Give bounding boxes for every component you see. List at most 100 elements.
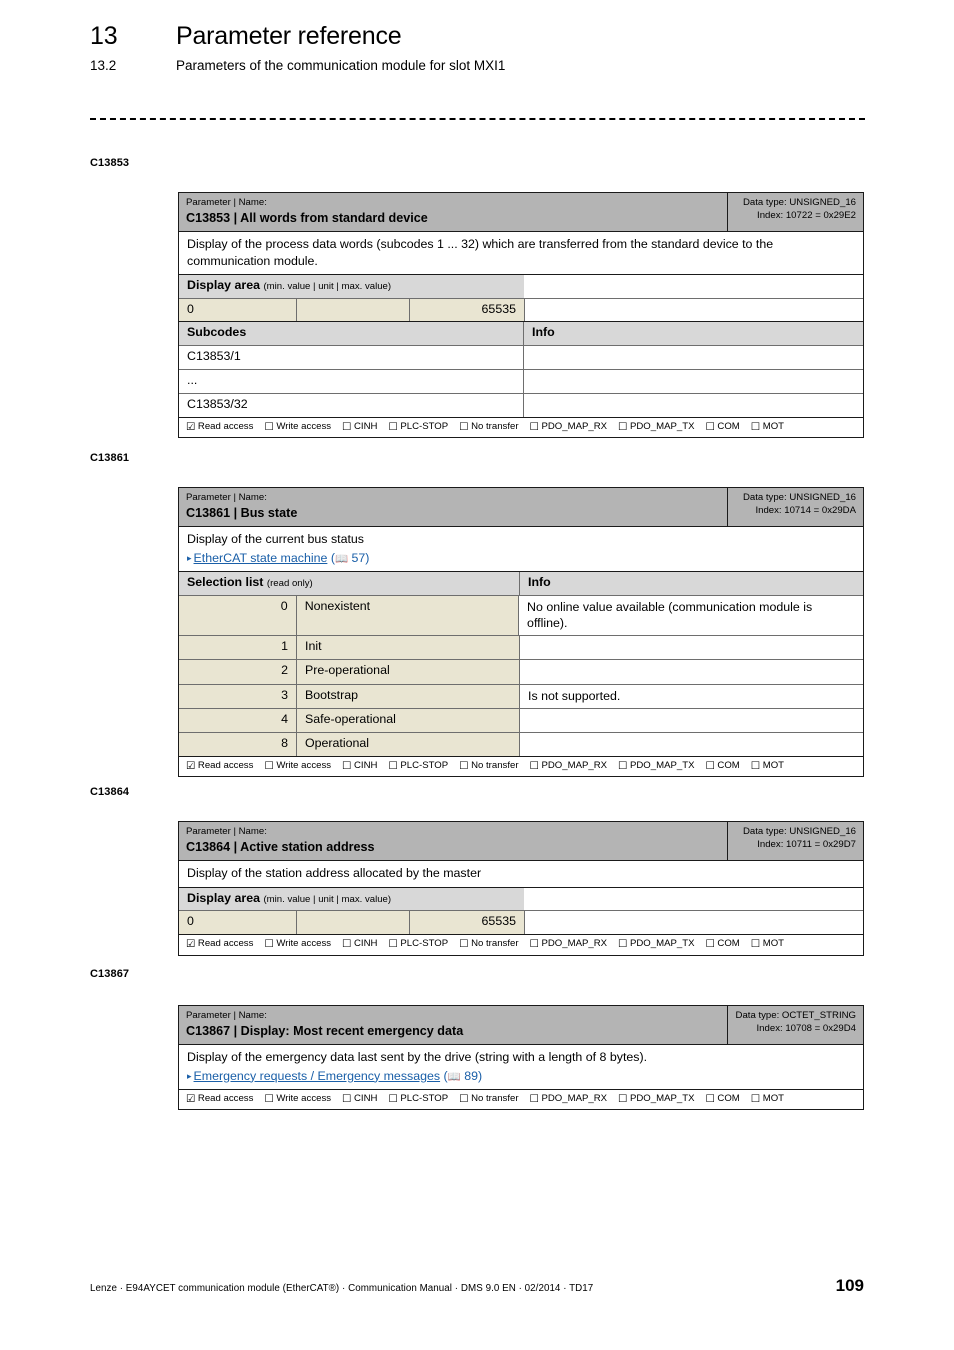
access-flag-pdo-map-tx[interactable]: ☐ PDO_MAP_TX [618, 760, 694, 772]
selection-label: Pre-operational [296, 660, 519, 684]
parameter-meta: Data type: UNSIGNED_16 Index: 10711 = 0x2… [727, 822, 863, 861]
display-area-title: Display area (min. value | unit | max. v… [179, 887, 524, 911]
selection-list-row: 4 Safe-operational [179, 707, 863, 732]
parameter-index: Index: 10722 = 0x29E2 [757, 209, 856, 221]
access-flag-write-access[interactable]: ☐ Write access [264, 1093, 331, 1105]
access-flag-plc-stop[interactable]: ☐ PLC-STOP [388, 760, 448, 772]
access-flag-label: MOT [762, 420, 785, 432]
parameter-meta: Data type: UNSIGNED_16 Index: 10714 = 0x2… [727, 488, 863, 527]
access-flag-pdo-map-tx[interactable]: ☐ PDO_MAP_TX [618, 421, 694, 433]
access-flag-label: PLC-STOP [400, 420, 449, 432]
cross-reference-link[interactable]: ▸ Emergency requests / Emergency messages… [187, 1068, 855, 1085]
access-flag-label: Write access [276, 938, 332, 950]
display-area-value-blank [524, 911, 863, 935]
checkbox-unchecked-icon: ☐ [388, 759, 398, 772]
checkbox-unchecked-icon: ☐ [529, 759, 539, 772]
access-flag-label: CINH [353, 420, 378, 432]
access-flag-read-access[interactable]: ☑ Read access [186, 421, 253, 433]
parameter-title: C13861 | Bus state [186, 506, 298, 521]
access-flag-pdo-map-rx[interactable]: ☐ PDO_MAP_RX [530, 421, 608, 433]
access-flag-label: Read access [197, 1093, 254, 1105]
selection-info: Is not supported. [519, 684, 863, 708]
parameter-title: C13853 | All words from standard device [186, 211, 428, 226]
access-flag-plc-stop[interactable]: ☐ PLC-STOP [388, 938, 448, 950]
parameter-table-c13864: Parameter | Name: C13864 | Active station… [178, 821, 864, 956]
subcode-value: C13853/1 [179, 346, 523, 370]
access-flag-mot[interactable]: ☐ MOT [751, 1093, 784, 1105]
display-area-max-value: 65535 [409, 298, 524, 322]
access-flag-plc-stop[interactable]: ☐ PLC-STOP [388, 1093, 448, 1105]
access-flag-write-access[interactable]: ☐ Write access [264, 760, 331, 772]
access-flag-no-transfer[interactable]: ☐ No transfer [459, 421, 518, 433]
parameter-header-row: Parameter | Name: C13861 | Bus state Data … [179, 488, 863, 527]
access-flag-cinh[interactable]: ☐ CINH [342, 421, 377, 433]
cross-reference-page: (📖 57) [327, 550, 370, 565]
parameter-name-caption: Parameter | Name: [186, 492, 267, 503]
parameter-table-c13867: Parameter | Name: C13867 | Display: Most … [178, 1005, 864, 1111]
access-flag-mot[interactable]: ☐ MOT [751, 938, 784, 950]
access-flag-pdo-map-tx[interactable]: ☐ PDO_MAP_TX [618, 1093, 694, 1105]
parameter-index: Index: 10711 = 0x29D7 [757, 838, 856, 850]
access-flag-cinh[interactable]: ☐ CINH [342, 1093, 377, 1105]
display-area-title-text: Display area [187, 277, 261, 292]
access-flags-row: ☑ Read access ☐ Write access ☐ CINH ☐ PLC-STOP ☐… [179, 1089, 863, 1109]
cross-reference-link-text[interactable]: Emergency requests / Emergency messages [194, 1069, 441, 1083]
parameter-name-caption: Parameter | Name: [186, 1010, 267, 1021]
access-flag-pdo-map-rx[interactable]: ☐ PDO_MAP_RX [530, 760, 608, 772]
access-flag-com[interactable]: ☐ COM [705, 1093, 739, 1105]
access-flag-cinh[interactable]: ☐ CINH [342, 760, 377, 772]
access-flag-com[interactable]: ☐ COM [705, 421, 739, 433]
access-flag-label: PDO_MAP_TX [629, 759, 695, 771]
selection-list-row: 1 Init [179, 635, 863, 660]
access-flag-read-access[interactable]: ☑ Read access [186, 760, 253, 772]
access-flag-label: COM [717, 1093, 740, 1105]
selection-list-row: 0 Nonexistent No online value available (c… [179, 595, 864, 636]
selection-list-row: 2 Pre-operational [179, 659, 863, 684]
access-flag-mot[interactable]: ☐ MOT [751, 421, 784, 433]
display-area-min-value: 0 [179, 911, 296, 935]
selection-info [519, 636, 863, 660]
checkbox-unchecked-icon: ☐ [342, 759, 352, 772]
checkbox-unchecked-icon: ☐ [342, 1093, 352, 1106]
parameter-title: C13864 | Active station address [186, 840, 375, 855]
checkbox-unchecked-icon: ☐ [342, 420, 352, 433]
selection-info [519, 732, 863, 756]
cross-reference-link[interactable]: ▸ EtherCAT state machine (📖 57) [187, 550, 855, 567]
access-flag-label: COM [717, 938, 740, 950]
access-flag-label: COM [717, 420, 740, 432]
parameter-identity: Parameter | Name: C13853 | All words from… [179, 193, 727, 231]
access-flag-no-transfer[interactable]: ☐ No transfer [459, 1093, 518, 1105]
access-flag-pdo-map-rx[interactable]: ☐ PDO_MAP_RX [530, 938, 608, 950]
access-flag-label: PDO_MAP_TX [629, 420, 695, 432]
access-flag-com[interactable]: ☐ COM [705, 938, 739, 950]
checkbox-checked-icon: ☑ [186, 1093, 196, 1106]
access-flags-row: ☑ Read access ☐ Write access ☐ CINH ☐ PLC-STOP ☐… [179, 416, 863, 437]
access-flag-write-access[interactable]: ☐ Write access [264, 938, 331, 950]
access-flag-no-transfer[interactable]: ☐ No transfer [459, 760, 518, 772]
margin-label-c13867: C13867 [90, 968, 130, 980]
checkbox-unchecked-icon: ☐ [459, 420, 469, 433]
selection-list-header-row: Selection list (read only) Info [179, 571, 863, 596]
margin-label-c13853: C13853 [90, 157, 130, 169]
access-flag-pdo-map-rx[interactable]: ☐ PDO_MAP_RX [530, 1093, 608, 1105]
access-flag-read-access[interactable]: ☑ Read access [186, 938, 253, 950]
checkbox-unchecked-icon: ☐ [750, 420, 761, 433]
access-flag-read-access[interactable]: ☑ Read access [186, 1093, 253, 1105]
access-flag-cinh[interactable]: ☐ CINH [342, 938, 377, 950]
access-flag-no-transfer[interactable]: ☐ No transfer [459, 938, 518, 950]
access-flag-write-access[interactable]: ☐ Write access [264, 421, 331, 433]
parameter-table-c13853: Parameter | Name: C13853 | All words from… [178, 192, 864, 439]
parameter-header-row: Parameter | Name: C13853 | All words from… [179, 193, 863, 232]
display-area-min-value: 0 [179, 298, 296, 322]
access-flag-com[interactable]: ☐ COM [705, 760, 739, 772]
cross-reference-link-text[interactable]: EtherCAT state machine [194, 551, 328, 565]
selection-list-title-text: Selection list [187, 575, 264, 590]
access-flag-pdo-map-tx[interactable]: ☐ PDO_MAP_TX [618, 938, 694, 950]
access-flag-mot[interactable]: ☐ MOT [751, 760, 784, 772]
access-flag-plc-stop[interactable]: ☐ PLC-STOP [388, 421, 448, 433]
checkbox-unchecked-icon: ☐ [264, 1093, 274, 1106]
access-flag-label: Write access [276, 759, 332, 771]
margin-label-c13864: C13864 [90, 786, 130, 798]
parameter-identity: Parameter | Name: C13867 | Display: Most … [179, 1006, 727, 1044]
cross-reference-page-number: 57 [351, 550, 366, 565]
